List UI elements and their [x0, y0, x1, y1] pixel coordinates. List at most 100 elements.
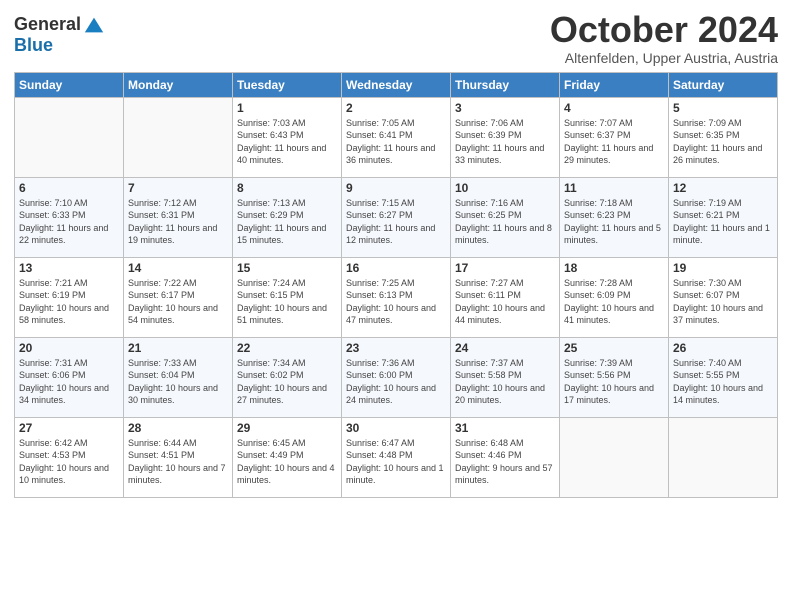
day-number: 6 [19, 181, 119, 195]
calendar-cell: 19 Sunrise: 7:30 AM Sunset: 6:07 PM Dayli… [669, 257, 778, 337]
day-info: Sunrise: 7:13 AM Sunset: 6:29 PM Dayligh… [237, 197, 337, 247]
weekday-header: Monday [124, 72, 233, 97]
calendar-cell [124, 97, 233, 177]
day-info: Sunrise: 7:36 AM Sunset: 6:00 PM Dayligh… [346, 357, 446, 407]
day-number: 16 [346, 261, 446, 275]
calendar-cell: 17 Sunrise: 7:27 AM Sunset: 6:11 PM Dayli… [451, 257, 560, 337]
calendar-cell: 10 Sunrise: 7:16 AM Sunset: 6:25 PM Dayli… [451, 177, 560, 257]
calendar-cell: 8 Sunrise: 7:13 AM Sunset: 6:29 PM Daylig… [233, 177, 342, 257]
calendar-cell: 6 Sunrise: 7:10 AM Sunset: 6:33 PM Daylig… [15, 177, 124, 257]
logo-general: General [14, 15, 81, 35]
day-info: Sunrise: 7:21 AM Sunset: 6:19 PM Dayligh… [19, 277, 119, 327]
day-number: 15 [237, 261, 337, 275]
day-info: Sunrise: 7:31 AM Sunset: 6:06 PM Dayligh… [19, 357, 119, 407]
day-number: 24 [455, 341, 555, 355]
day-number: 1 [237, 101, 337, 115]
calendar-cell: 9 Sunrise: 7:15 AM Sunset: 6:27 PM Daylig… [342, 177, 451, 257]
day-number: 10 [455, 181, 555, 195]
calendar-week-row: 27 Sunrise: 6:42 AM Sunset: 4:53 PM Dayli… [15, 417, 778, 497]
month-title: October 2024 [550, 10, 778, 50]
day-number: 5 [673, 101, 773, 115]
header: General Blue October 2024 Altenfelden, U… [14, 10, 778, 66]
day-info: Sunrise: 6:42 AM Sunset: 4:53 PM Dayligh… [19, 437, 119, 487]
day-number: 28 [128, 421, 228, 435]
day-number: 22 [237, 341, 337, 355]
calendar-week-row: 6 Sunrise: 7:10 AM Sunset: 6:33 PM Daylig… [15, 177, 778, 257]
day-number: 25 [564, 341, 664, 355]
calendar-cell: 11 Sunrise: 7:18 AM Sunset: 6:23 PM Dayli… [560, 177, 669, 257]
day-number: 27 [19, 421, 119, 435]
day-number: 7 [128, 181, 228, 195]
day-number: 21 [128, 341, 228, 355]
day-info: Sunrise: 6:45 AM Sunset: 4:49 PM Dayligh… [237, 437, 337, 487]
day-info: Sunrise: 7:25 AM Sunset: 6:13 PM Dayligh… [346, 277, 446, 327]
calendar-cell: 26 Sunrise: 7:40 AM Sunset: 5:55 PM Dayli… [669, 337, 778, 417]
day-info: Sunrise: 7:16 AM Sunset: 6:25 PM Dayligh… [455, 197, 555, 247]
calendar-cell: 30 Sunrise: 6:47 AM Sunset: 4:48 PM Dayli… [342, 417, 451, 497]
day-info: Sunrise: 6:47 AM Sunset: 4:48 PM Dayligh… [346, 437, 446, 487]
day-info: Sunrise: 7:37 AM Sunset: 5:58 PM Dayligh… [455, 357, 555, 407]
day-info: Sunrise: 7:07 AM Sunset: 6:37 PM Dayligh… [564, 117, 664, 167]
day-info: Sunrise: 7:28 AM Sunset: 6:09 PM Dayligh… [564, 277, 664, 327]
day-info: Sunrise: 7:09 AM Sunset: 6:35 PM Dayligh… [673, 117, 773, 167]
location-subtitle: Altenfelden, Upper Austria, Austria [550, 50, 778, 66]
day-info: Sunrise: 7:18 AM Sunset: 6:23 PM Dayligh… [564, 197, 664, 247]
logo-blue: Blue [14, 35, 53, 55]
weekday-header: Wednesday [342, 72, 451, 97]
calendar-cell: 27 Sunrise: 6:42 AM Sunset: 4:53 PM Dayli… [15, 417, 124, 497]
calendar-cell: 14 Sunrise: 7:22 AM Sunset: 6:17 PM Dayli… [124, 257, 233, 337]
weekday-header: Thursday [451, 72, 560, 97]
day-info: Sunrise: 7:24 AM Sunset: 6:15 PM Dayligh… [237, 277, 337, 327]
day-number: 12 [673, 181, 773, 195]
calendar-cell: 21Sunrise: 7:33 AM Sunset: 6:04 PM Dayli… [124, 337, 233, 417]
day-info: Sunrise: 7:15 AM Sunset: 6:27 PM Dayligh… [346, 197, 446, 247]
calendar-cell: 4 Sunrise: 7:07 AM Sunset: 6:37 PM Daylig… [560, 97, 669, 177]
calendar-week-row: 20Sunrise: 7:31 AM Sunset: 6:06 PM Dayli… [15, 337, 778, 417]
calendar-cell: 28 Sunrise: 6:44 AM Sunset: 4:51 PM Dayli… [124, 417, 233, 497]
calendar-cell: 18 Sunrise: 7:28 AM Sunset: 6:09 PM Dayli… [560, 257, 669, 337]
day-number: 4 [564, 101, 664, 115]
calendar-cell: 20Sunrise: 7:31 AM Sunset: 6:06 PM Dayli… [15, 337, 124, 417]
page: General Blue October 2024 Altenfelden, U… [0, 0, 792, 508]
weekday-header: Sunday [15, 72, 124, 97]
calendar-cell: 16 Sunrise: 7:25 AM Sunset: 6:13 PM Dayli… [342, 257, 451, 337]
day-number: 31 [455, 421, 555, 435]
calendar-cell: 1Sunrise: 7:03 AM Sunset: 6:43 PM Daylig… [233, 97, 342, 177]
weekday-header: Tuesday [233, 72, 342, 97]
day-number: 13 [19, 261, 119, 275]
day-info: Sunrise: 6:44 AM Sunset: 4:51 PM Dayligh… [128, 437, 228, 487]
weekday-header: Friday [560, 72, 669, 97]
day-info: Sunrise: 7:27 AM Sunset: 6:11 PM Dayligh… [455, 277, 555, 327]
calendar-cell: 7Sunrise: 7:12 AM Sunset: 6:31 PM Daylig… [124, 177, 233, 257]
day-number: 23 [346, 341, 446, 355]
day-number: 26 [673, 341, 773, 355]
calendar-cell: 23 Sunrise: 7:36 AM Sunset: 6:00 PM Dayli… [342, 337, 451, 417]
day-number: 14 [128, 261, 228, 275]
day-info: Sunrise: 7:22 AM Sunset: 6:17 PM Dayligh… [128, 277, 228, 327]
day-number: 8 [237, 181, 337, 195]
calendar-cell: 2Sunrise: 7:05 AM Sunset: 6:41 PM Daylig… [342, 97, 451, 177]
day-number: 17 [455, 261, 555, 275]
logo: General Blue [14, 14, 105, 56]
day-number: 9 [346, 181, 446, 195]
day-number: 29 [237, 421, 337, 435]
day-number: 19 [673, 261, 773, 275]
calendar-cell: 25 Sunrise: 7:39 AM Sunset: 5:56 PM Dayli… [560, 337, 669, 417]
day-info: Sunrise: 7:06 AM Sunset: 6:39 PM Dayligh… [455, 117, 555, 167]
day-number: 30 [346, 421, 446, 435]
day-info: Sunrise: 7:30 AM Sunset: 6:07 PM Dayligh… [673, 277, 773, 327]
calendar-cell [560, 417, 669, 497]
calendar-week-row: 1Sunrise: 7:03 AM Sunset: 6:43 PM Daylig… [15, 97, 778, 177]
calendar-cell: 15 Sunrise: 7:24 AM Sunset: 6:15 PM Dayli… [233, 257, 342, 337]
day-info: Sunrise: 7:10 AM Sunset: 6:33 PM Dayligh… [19, 197, 119, 247]
day-number: 11 [564, 181, 664, 195]
day-number: 3 [455, 101, 555, 115]
calendar-cell: 24 Sunrise: 7:37 AM Sunset: 5:58 PM Dayli… [451, 337, 560, 417]
calendar-table: SundayMondayTuesdayWednesdayThursdayFrid… [14, 72, 778, 498]
day-number: 18 [564, 261, 664, 275]
calendar-cell: 22Sunrise: 7:34 AM Sunset: 6:02 PM Dayli… [233, 337, 342, 417]
day-info: Sunrise: 7:40 AM Sunset: 5:55 PM Dayligh… [673, 357, 773, 407]
calendar-cell: 3 Sunrise: 7:06 AM Sunset: 6:39 PM Daylig… [451, 97, 560, 177]
day-info: Sunrise: 7:39 AM Sunset: 5:56 PM Dayligh… [564, 357, 664, 407]
logo-icon [83, 14, 105, 36]
